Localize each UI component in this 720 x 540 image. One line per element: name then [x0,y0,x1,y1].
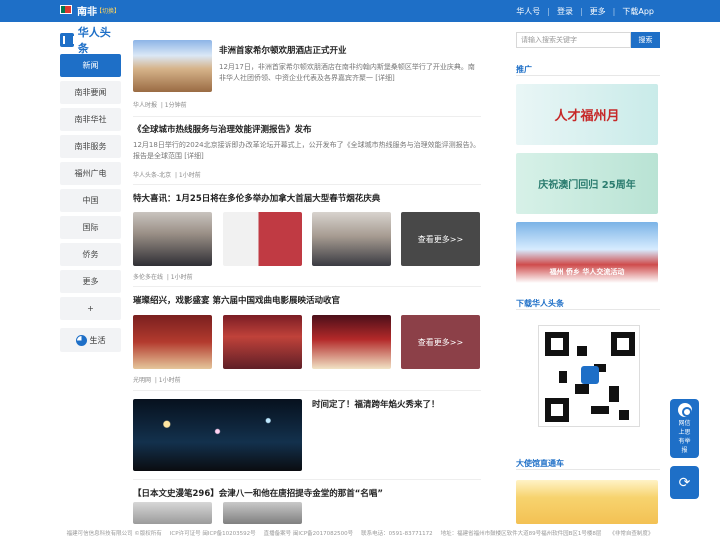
hotel-thumbnail[interactable] [133,40,212,92]
nav-item-sa-services[interactable]: 南非服务 [60,135,121,158]
time: 1小时前 [178,172,201,179]
logo-text: 华人头条 [77,26,111,55]
nav-item-overseas[interactable]: 侨务 [60,243,121,266]
footer-item: 福建可信信息科技有限公司 ©版权所有 [66,530,162,537]
divider [133,286,481,287]
top-bar: 南非 【切换】 华人号 | 登录 | 更多 | 下载App [0,0,720,22]
article-meta: 华人头条-北京 | 1小时前 [133,172,201,179]
article-title[interactable]: 时间定了！福清跨年焰火秀来了！ [312,398,440,410]
nav-item-sa-community[interactable]: 南非华社 [60,108,121,131]
nav-item-add[interactable]: + [60,297,121,320]
gallery-photo[interactable] [223,315,302,369]
nav-item-news[interactable]: 新闻 [60,54,121,77]
south-africa-flag-icon [60,5,72,14]
link-login[interactable]: 登录 [557,6,573,17]
promo-banner[interactable]: 福州 侨乡 华人交流活动 [516,222,658,283]
shield-icon [677,402,692,417]
nav-item-more[interactable]: 更多 [60,270,121,293]
gallery-photo[interactable] [312,212,391,266]
time: 1小时前 [158,377,181,384]
left-sidebar: 华人头条 新闻 南非要闻 南非华社 南非服务 福州广电 中国 国际 侨务 更多 … [60,26,121,352]
site-logo[interactable]: 华人头条 [60,26,121,55]
footer-item: 联系电话：0591-83771172 [361,530,433,537]
footer-item: 地址：福建省福州市鼓楼区软件大道89号福州软件园B区1号楼8层 [440,530,602,537]
footer-item: ICP许可证号 闽ICP备10203592号 [169,530,256,537]
site-name: 南非 [77,7,97,18]
article-desc: 12月17日，非洲首家希尔顿欢朋酒店在南非约翰内斯堡桑顿区举行了开业庆典。南非华… [219,63,475,82]
fireworks-image[interactable] [133,399,302,471]
footer-item: 直播备案号 闽ICP备2017082500号 [263,530,354,537]
article-meta: 光明网 | 1小时前 [133,377,181,384]
promo-banner[interactable]: 庆祝澳门回归 25周年 [516,153,658,214]
time: 1小时前 [170,274,193,281]
article-title[interactable]: 璀璨绍兴，戏影盛宴 第六届中国戏曲电影展映活动收官 [133,294,340,306]
nav-item-international[interactable]: 国际 [60,216,121,239]
refresh-icon: ⟳ [678,474,691,491]
article-title[interactable]: 非洲首家希尔顿欢朋酒店正式开业 [219,44,347,56]
source: 光明网 [133,377,152,384]
gallery-photo[interactable] [133,502,212,524]
view-more-button[interactable]: 查看更多>> [401,212,480,266]
divider [133,184,481,185]
gallery-photo[interactable] [133,315,212,369]
category-nav: 新闻 南非要闻 南非华社 南非服务 福州广电 中国 国际 侨务 更多 + [60,54,121,320]
switch-link[interactable]: 【切换】 [96,6,120,15]
footer: 福建可信信息科技有限公司 ©版权所有 ICP许可证号 闽ICP备10203592… [0,525,720,540]
divider [516,469,660,470]
article-title[interactable]: 《全球城市热线服务与治理效能评测报告》发布 [133,123,312,135]
top-links: 华人号 | 登录 | 更多 | 下载App [516,6,654,17]
nav-item-fuzhou-tv[interactable]: 福州广电 [60,162,121,185]
gallery-photo[interactable] [223,212,302,266]
search-button[interactable]: 搜索 [631,32,660,48]
report-label: 网信上思有举报 [678,419,691,454]
link-more[interactable]: 更多 [590,6,606,17]
article-title[interactable]: 【日本文史漫笔296】会津八一和他在唐招提寺金堂的那首“名唱” [133,487,383,499]
embassy-banner[interactable] [516,480,658,524]
nav-item-china[interactable]: 中国 [60,189,121,212]
search-box: 请输入搜索关键字 搜索 [516,32,660,48]
article-meta: 多伦多在线 | 1小时前 [133,274,193,281]
time: 1分钟前 [164,102,187,109]
article-desc: 12月18日举行的2024北京接诉即办改革论坛开幕式上，公开发布了《全球城市热线… [133,141,481,160]
search-input[interactable]: 请输入搜索关键字 [516,32,631,48]
life-label: 生活 [89,335,106,345]
link-huarenhao[interactable]: 华人号 [516,6,540,17]
section-title-download: 下载华人头条 [516,299,564,308]
section-title-embassy: 大使馆直通车 [516,459,564,468]
divider [516,309,660,310]
divider [133,390,481,391]
promo-banner[interactable]: 人才福州月 [516,84,658,145]
article-meta: 华人时报 | 1分钟前 [133,102,187,109]
gallery-photo[interactable] [312,315,391,369]
view-more-button[interactable]: 查看更多>> [401,315,480,369]
life-button[interactable]: 生活 [60,328,121,352]
refresh-button[interactable]: ⟳ [670,466,699,499]
right-column: 请输入搜索关键字 搜索 [516,32,660,48]
source: 多伦多在线 [133,274,164,281]
section-title-promo: 推广 [516,65,532,74]
source: 华人头条-北京 [133,172,172,179]
promo-text: 人才福州月 [554,109,620,124]
divider [516,75,660,76]
report-button[interactable]: 网信上思有举报 [670,399,699,458]
promo-text: 庆祝澳门回归 25周年 [538,180,636,191]
pie-chart-icon [75,334,87,346]
divider [133,116,481,117]
source: 华人时报 [133,102,158,109]
gallery-photo[interactable] [133,212,212,266]
qr-code[interactable] [538,325,640,427]
logo-icon [60,33,75,47]
gallery-photo[interactable] [223,502,302,524]
divider [133,479,481,480]
promo-text: 福州 侨乡 华人交流活动 [549,268,625,276]
article-title[interactable]: 特大喜讯：1月25日将在多伦多举办加拿大首届大型春节烟花庆典 [133,192,380,204]
footer-item[interactable]: 《非常自查制度》 [609,529,653,537]
link-download-app[interactable]: 下载App [622,6,654,17]
nav-item-sa-news[interactable]: 南非要闻 [60,81,121,104]
